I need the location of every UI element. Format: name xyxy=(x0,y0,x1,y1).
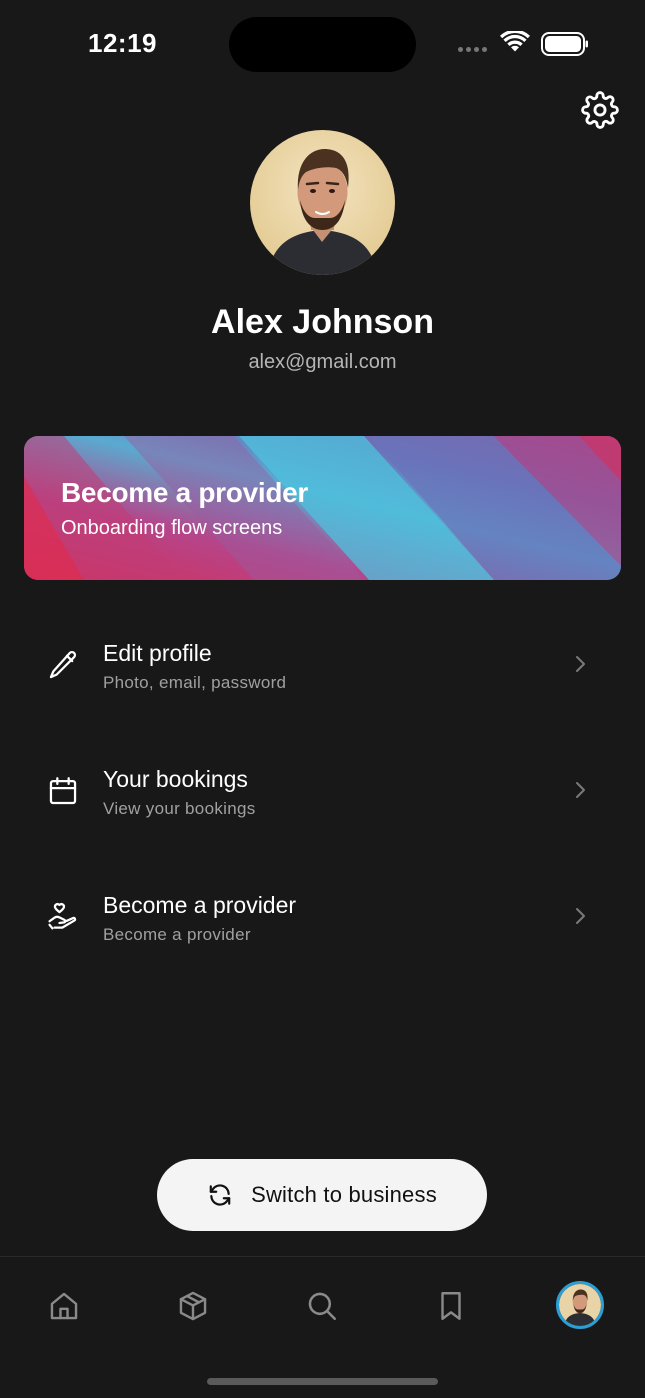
home-icon xyxy=(50,1292,78,1320)
status-bar: 12:19 xyxy=(0,0,645,90)
profile-name: Alex Johnson xyxy=(211,303,434,341)
menu-item-title: Become a provider xyxy=(103,892,297,918)
switch-to-business-button[interactable]: Switch to business xyxy=(157,1159,487,1231)
banner-subtitle: Onboarding flow screens xyxy=(61,517,283,539)
profile-email: alex@gmail.com xyxy=(248,351,397,373)
status-time: 12:19 xyxy=(88,28,157,58)
wifi-icon xyxy=(500,31,530,52)
chevron-right-icon xyxy=(576,656,585,672)
banner-title: Become a provider xyxy=(61,477,308,508)
search-icon xyxy=(308,1292,337,1321)
menu-item-subtitle: Become a provider xyxy=(103,925,251,944)
home-indicator xyxy=(207,1378,438,1385)
battery-icon xyxy=(541,32,588,56)
tab-packages[interactable] xyxy=(169,1282,217,1330)
gear-icon xyxy=(581,91,619,129)
menu-item-your-bookings[interactable]: Your bookings View your bookings xyxy=(0,736,645,846)
chevron-right-icon xyxy=(576,782,585,798)
menu-item-title: Edit profile xyxy=(103,640,212,666)
tab-search[interactable] xyxy=(298,1282,346,1330)
tab-profile-avatar[interactable] xyxy=(556,1281,604,1329)
tab-bar xyxy=(0,1256,645,1398)
settings-button[interactable] xyxy=(581,91,619,129)
chevron-right-icon xyxy=(576,908,585,924)
switch-button-label: Switch to business xyxy=(251,1182,437,1207)
dynamic-island xyxy=(229,17,416,72)
calendar-icon xyxy=(49,777,77,805)
hand-heart-icon xyxy=(48,902,77,930)
menu-item-subtitle: Photo, email, password xyxy=(103,673,287,692)
profile-avatar[interactable] xyxy=(250,130,395,275)
refresh-icon xyxy=(209,1184,231,1206)
tab-home[interactable] xyxy=(40,1282,88,1330)
tab-saved[interactable] xyxy=(427,1282,475,1330)
menu-item-edit-profile[interactable]: Edit profile Photo, email, password xyxy=(0,610,645,720)
box-icon xyxy=(179,1291,207,1321)
menu-item-title: Your bookings xyxy=(103,766,248,792)
pencil-icon xyxy=(49,650,77,679)
menu-item-become-provider[interactable]: Become a provider Become a provider xyxy=(0,862,645,972)
cellular-signal-icon xyxy=(458,47,487,52)
menu-item-subtitle: View your bookings xyxy=(103,799,256,818)
bookmark-icon xyxy=(441,1292,461,1320)
